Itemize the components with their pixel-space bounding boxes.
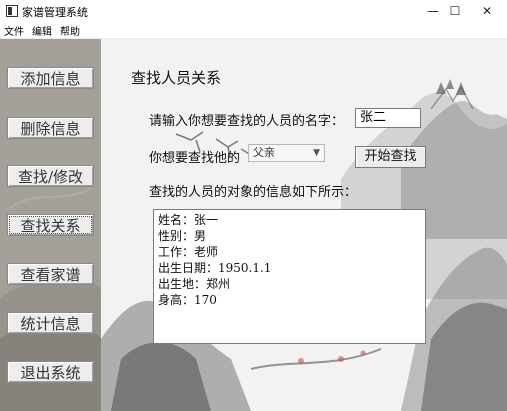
relation-select[interactable]: 父亲 ▼ bbox=[248, 144, 325, 162]
name-prompt-label: 请输入你想要查找的人员的名字： bbox=[149, 114, 345, 129]
menu-help[interactable]: 帮助 bbox=[60, 23, 80, 38]
menu-file[interactable]: 文件 bbox=[4, 23, 24, 38]
relation-selected-value: 父亲 bbox=[253, 146, 275, 159]
menu-edit[interactable]: 编辑 bbox=[32, 23, 52, 38]
start-search-button[interactable]: 开始查找 bbox=[355, 146, 426, 168]
relation-prompt-label: 你想要查找他的 bbox=[149, 151, 241, 166]
delete-info-button[interactable]: 删除信息 bbox=[7, 117, 94, 139]
close-button[interactable]: ✕ bbox=[467, 0, 507, 22]
result-line: 身高：170 bbox=[158, 293, 217, 307]
result-line: 姓名：张一 bbox=[158, 213, 219, 227]
search-edit-button[interactable]: 查找/修改 bbox=[7, 165, 94, 187]
person-name-input[interactable]: 张二 bbox=[355, 108, 421, 128]
result-line: 出生日期：1950.1.1 bbox=[158, 261, 272, 275]
result-line: 性别：男 bbox=[158, 229, 207, 243]
sidebar: 添加信息 删除信息 查找/修改 查找关系 查看家谱 统计信息 退出系统 bbox=[0, 39, 101, 411]
result-line: 工作：老师 bbox=[158, 245, 219, 259]
chevron-down-icon: ▼ bbox=[313, 148, 320, 158]
view-genealogy-button[interactable]: 查看家谱 bbox=[7, 263, 94, 285]
find-relation-button[interactable]: 查找关系 bbox=[7, 214, 94, 236]
window-title: 家谱管理系统 bbox=[22, 6, 88, 19]
menu-bar: 文件 编辑 帮助 bbox=[0, 22, 507, 39]
add-info-button[interactable]: 添加信息 bbox=[7, 67, 94, 89]
page-title: 查找人员关系 bbox=[131, 69, 222, 87]
exit-system-button[interactable]: 退出系统 bbox=[7, 361, 94, 383]
result-caption-label: 查找的人员的对象的信息如下所示： bbox=[149, 185, 358, 200]
statistics-button[interactable]: 统计信息 bbox=[7, 312, 94, 334]
result-line: 出生地：郑州 bbox=[158, 277, 231, 291]
result-textbox[interactable]: 姓名：张一 性别：男 工作：老师 出生日期：1950.1.1 出生地：郑州 身高… bbox=[153, 209, 426, 344]
main-panel: 查找人员关系 请输入你想要查找的人员的名字： 张二 你想要查找他的 父亲 ▼ 开… bbox=[101, 39, 507, 411]
app-icon bbox=[6, 5, 18, 17]
title-bar: 家谱管理系统 — ☐ ✕ bbox=[0, 0, 507, 23]
